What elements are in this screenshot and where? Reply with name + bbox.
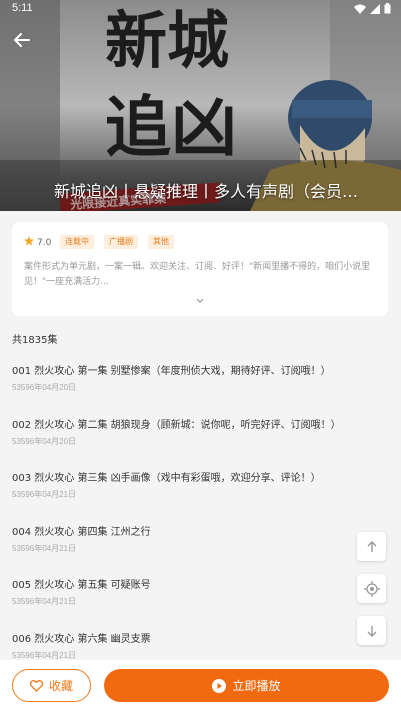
tag-genre: 其他	[148, 235, 174, 249]
episode-date: 53596年04月21日	[12, 544, 77, 553]
episode-item[interactable]: 005 烈火攻心 第五集 可疑账号 53596年04月21日	[12, 576, 372, 607]
scroll-bottom-button[interactable]	[357, 616, 386, 645]
status-time: 5:11	[12, 2, 33, 14]
play-now-button[interactable]: 立即播放	[104, 669, 389, 702]
rating: 7.0	[24, 236, 51, 249]
episode-title: 006 烈火攻心 第六集 幽灵支票	[12, 634, 151, 645]
album-info-card: 7.0 连载中 广播剧 其他 案件形式为单元剧，一案一辑。欢迎关注、订阅、好评！…	[12, 222, 388, 316]
play-label: 立即播放	[232, 679, 281, 693]
heart-icon	[29, 679, 43, 692]
chevron-down-icon[interactable]	[195, 291, 205, 303]
rating-value: 7.0	[37, 237, 52, 248]
favorite-label: 收藏	[48, 679, 73, 693]
tag-category: 广播剧	[104, 235, 138, 249]
cover-header: 新城 追凶 光限接近真实罪案 5:11 新城追凶丨悬疑推理丨多人有声剧（会员…	[0, 0, 401, 211]
episode-item[interactable]: 004 烈火攻心 第四集 江州之行 53596年04月21日	[12, 523, 372, 554]
episode-title: 001 烈火攻心 第一集 别墅惨案（年度刑侦大戏，期待好评、订阅哦！）	[12, 366, 331, 377]
battery-icon	[384, 3, 391, 17]
locate-current-button[interactable]	[357, 574, 386, 603]
episode-title: 005 烈火攻心 第五集 可疑账号	[12, 580, 151, 591]
star-icon	[24, 236, 34, 249]
arrow-up-icon	[367, 540, 376, 552]
episode-date: 53596年04月21日	[12, 597, 77, 606]
episode-title: 003 烈火攻心 第三集 凶手画像（戏中有彩蛋哦，欢迎分享、评论！）	[12, 473, 321, 484]
episode-item[interactable]: 002 烈火攻心 第二集 胡狼现身（顾新城：说你呢，听完好评、订阅哦！） 535…	[12, 416, 372, 447]
bottom-action-bar: 收藏 立即播放	[0, 660, 401, 713]
episode-item[interactable]: 006 烈火攻心 第六集 幽灵支票 53596年04月21日	[12, 630, 372, 661]
album-description: 案件形式为单元剧，一案一辑。欢迎关注、订阅、好评！"新闻里播不得的，咱们小说里见…	[24, 262, 371, 287]
locate-icon	[363, 580, 380, 597]
episode-title: 004 烈火攻心 第四集 江州之行	[12, 527, 151, 538]
status-bar: 5:11	[0, 0, 401, 18]
tag-status: 连载中	[60, 235, 94, 249]
album-title: 新城追凶丨悬疑推理丨多人有声剧（会员…	[54, 182, 359, 201]
wifi-icon	[354, 4, 366, 17]
episode-date: 53596年04月21日	[12, 490, 77, 499]
play-icon	[212, 678, 227, 693]
episode-date: 53596年04月20日	[12, 383, 77, 392]
back-button[interactable]	[10, 28, 34, 52]
signal-icon	[370, 3, 380, 17]
svg-text:追凶: 追凶	[105, 89, 237, 166]
arrow-left-icon	[14, 33, 30, 47]
arrow-down-icon	[367, 625, 376, 637]
episode-item[interactable]: 003 烈火攻心 第三集 凶手画像（戏中有彩蛋哦，欢迎分享、评论！） 53596…	[12, 469, 372, 500]
favorite-button[interactable]: 收藏	[12, 669, 91, 702]
scroll-top-button[interactable]	[357, 532, 386, 561]
episode-date: 53596年04月20日	[12, 437, 77, 446]
episode-item[interactable]: 001 烈火攻心 第一集 别墅惨案（年度刑侦大戏，期待好评、订阅哦！） 5359…	[12, 362, 372, 393]
episode-count: 共1835集	[12, 335, 58, 346]
episode-title: 002 烈火攻心 第二集 胡狼现身（顾新城：说你呢，听完好评、订阅哦！）	[12, 420, 341, 431]
